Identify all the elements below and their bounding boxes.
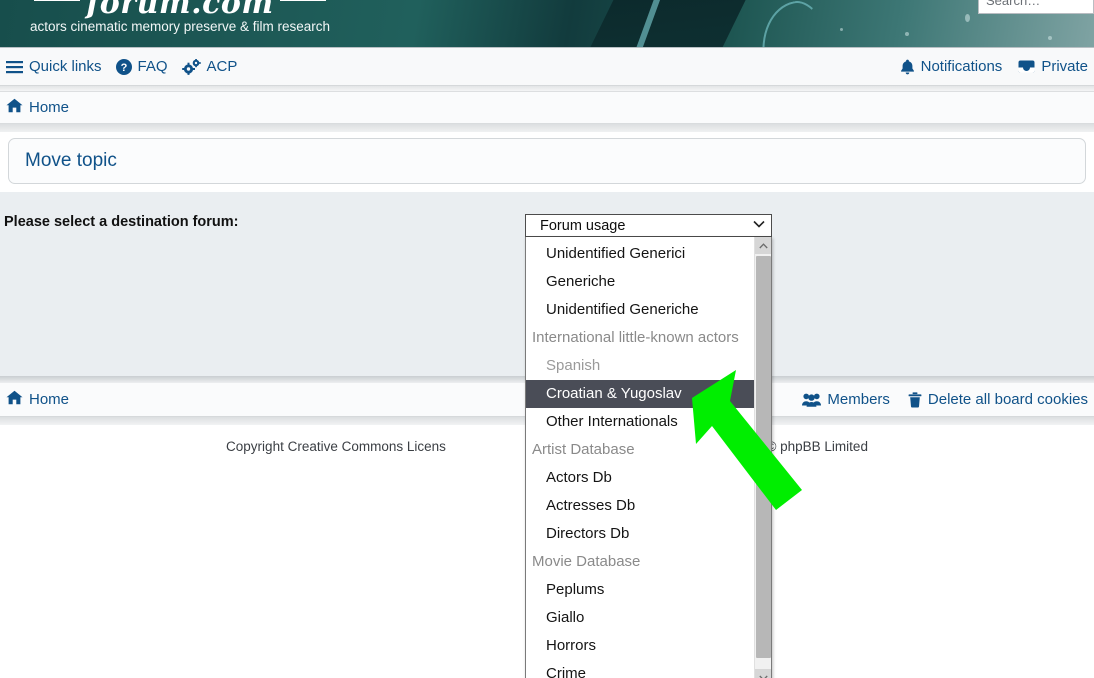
main-navigation: Quick links ? FAQ ACP Notifications Priv…	[0, 48, 1094, 86]
dropdown-option[interactable]: Peplums	[526, 576, 754, 604]
speck-decoration	[840, 28, 843, 31]
dropdown-option[interactable]: Other Internationals	[526, 408, 754, 436]
delete-cookies-label: Delete all board cookies	[927, 391, 1088, 408]
speck-decoration	[1048, 36, 1052, 40]
search-input[interactable]: Search…	[978, 0, 1094, 14]
dropdown-option[interactable]: Actors Db	[526, 464, 754, 492]
notifications-label: Notifications	[920, 58, 1003, 75]
faq-label: FAQ	[137, 58, 168, 75]
dropdown-option[interactable]: Directors Db	[526, 520, 754, 548]
dropdown-option-list: Unidentified Generici Generiche Unidentifi…	[526, 237, 754, 678]
footer-links: Members Delete all board cookies	[802, 391, 1088, 408]
dropdown-group-label: Movie Database	[532, 553, 641, 570]
scroll-up-button[interactable]	[755, 237, 771, 254]
inbox-icon	[1018, 59, 1035, 74]
members-link[interactable]: Members	[802, 391, 890, 408]
site-tagline: actors cinematic memory preserve & film …	[29, 19, 331, 34]
footer-home-label: Home	[29, 391, 70, 408]
private-messages-label: Private	[1041, 58, 1088, 75]
acp-link[interactable]: ACP	[181, 58, 238, 75]
dropdown-option[interactable]: Spanish	[526, 352, 754, 380]
gears-icon	[181, 58, 201, 75]
scrollbar-thumb[interactable]	[756, 256, 771, 658]
members-label: Members	[827, 391, 890, 408]
nav-left-group: Quick links ? FAQ ACP	[6, 58, 237, 75]
breadcrumb-divider	[0, 124, 1094, 132]
private-messages-link[interactable]: Private	[1018, 58, 1088, 75]
swoosh-decoration	[752, 0, 838, 47]
footer-home-link[interactable]: Home	[6, 390, 69, 409]
quick-links-button[interactable]: Quick links	[6, 58, 102, 75]
dropdown-option[interactable]: Generiche	[526, 268, 754, 296]
page-root: forum.com actors cinematic memory preser…	[0, 0, 1094, 678]
nav-right-group: Notifications Private	[900, 58, 1088, 75]
acp-label: ACP	[206, 58, 238, 75]
home-icon	[6, 390, 23, 409]
dropdown-option[interactable]: Actresses Db	[526, 492, 754, 520]
scroll-down-button[interactable]	[755, 669, 771, 678]
hamburger-icon	[6, 60, 23, 74]
dropdown-group-label: International little-known actors	[532, 329, 739, 346]
dropdown-group-label: Artist Database	[532, 441, 635, 458]
logo-rule-right	[279, 0, 326, 1]
destination-forum-select-stack: Forum usage Unidentified Generici Generic…	[525, 214, 772, 678]
question-circle-icon: ?	[115, 58, 132, 75]
dropdown-option[interactable]: Crime	[526, 660, 754, 678]
chevron-down-icon	[753, 220, 765, 231]
quick-links-label: Quick links	[29, 58, 102, 75]
dropdown-option[interactable]: Unidentified Generici	[526, 240, 754, 268]
notifications-link[interactable]: Notifications	[900, 58, 1003, 75]
destination-forum-dropdown[interactable]: Unidentified Generici Generiche Unidentifi…	[525, 237, 772, 678]
dropdown-option[interactable]: Croatian & Yugoslav	[526, 380, 754, 408]
home-icon	[6, 98, 23, 117]
site-header: forum.com actors cinematic memory preser…	[0, 0, 1094, 48]
destination-forum-select[interactable]: Forum usage	[525, 214, 772, 237]
dropdown-option[interactable]: Unidentified Generiche	[526, 296, 754, 324]
speck-decoration	[965, 14, 970, 22]
dropdown-scrollbar[interactable]	[754, 237, 771, 678]
film-decoration	[571, 0, 749, 47]
page-title: Move topic	[25, 150, 117, 171]
breadcrumb: Home	[0, 92, 1094, 124]
faq-link[interactable]: ? FAQ	[115, 58, 168, 75]
trash-icon	[908, 391, 922, 408]
dropdown-option[interactable]: Horrors	[526, 632, 754, 660]
speck-decoration	[905, 32, 909, 36]
breadcrumb-home-link[interactable]: Home	[6, 98, 69, 117]
move-topic-panel: Move topic	[8, 138, 1086, 184]
logo-rule-left	[34, 0, 81, 1]
delete-cookies-link[interactable]: Delete all board cookies	[908, 391, 1088, 408]
move-topic-form: Please select a destination forum: topic…	[0, 192, 1094, 678]
site-logo-text: forum.com	[86, 0, 274, 21]
svg-text:?: ?	[120, 62, 127, 74]
users-icon	[802, 392, 822, 407]
bell-icon	[900, 59, 915, 75]
destination-forum-label: Please select a destination forum:	[4, 214, 239, 230]
select-value: Forum usage	[540, 217, 626, 234]
main-content: Move topic	[0, 132, 1094, 184]
copyright-left-text: Copyright Creative Commons Licens	[226, 439, 446, 454]
dropdown-option[interactable]: Giallo	[526, 604, 754, 632]
breadcrumb-home-label: Home	[29, 99, 70, 116]
site-logo[interactable]: forum.com	[20, 0, 340, 21]
